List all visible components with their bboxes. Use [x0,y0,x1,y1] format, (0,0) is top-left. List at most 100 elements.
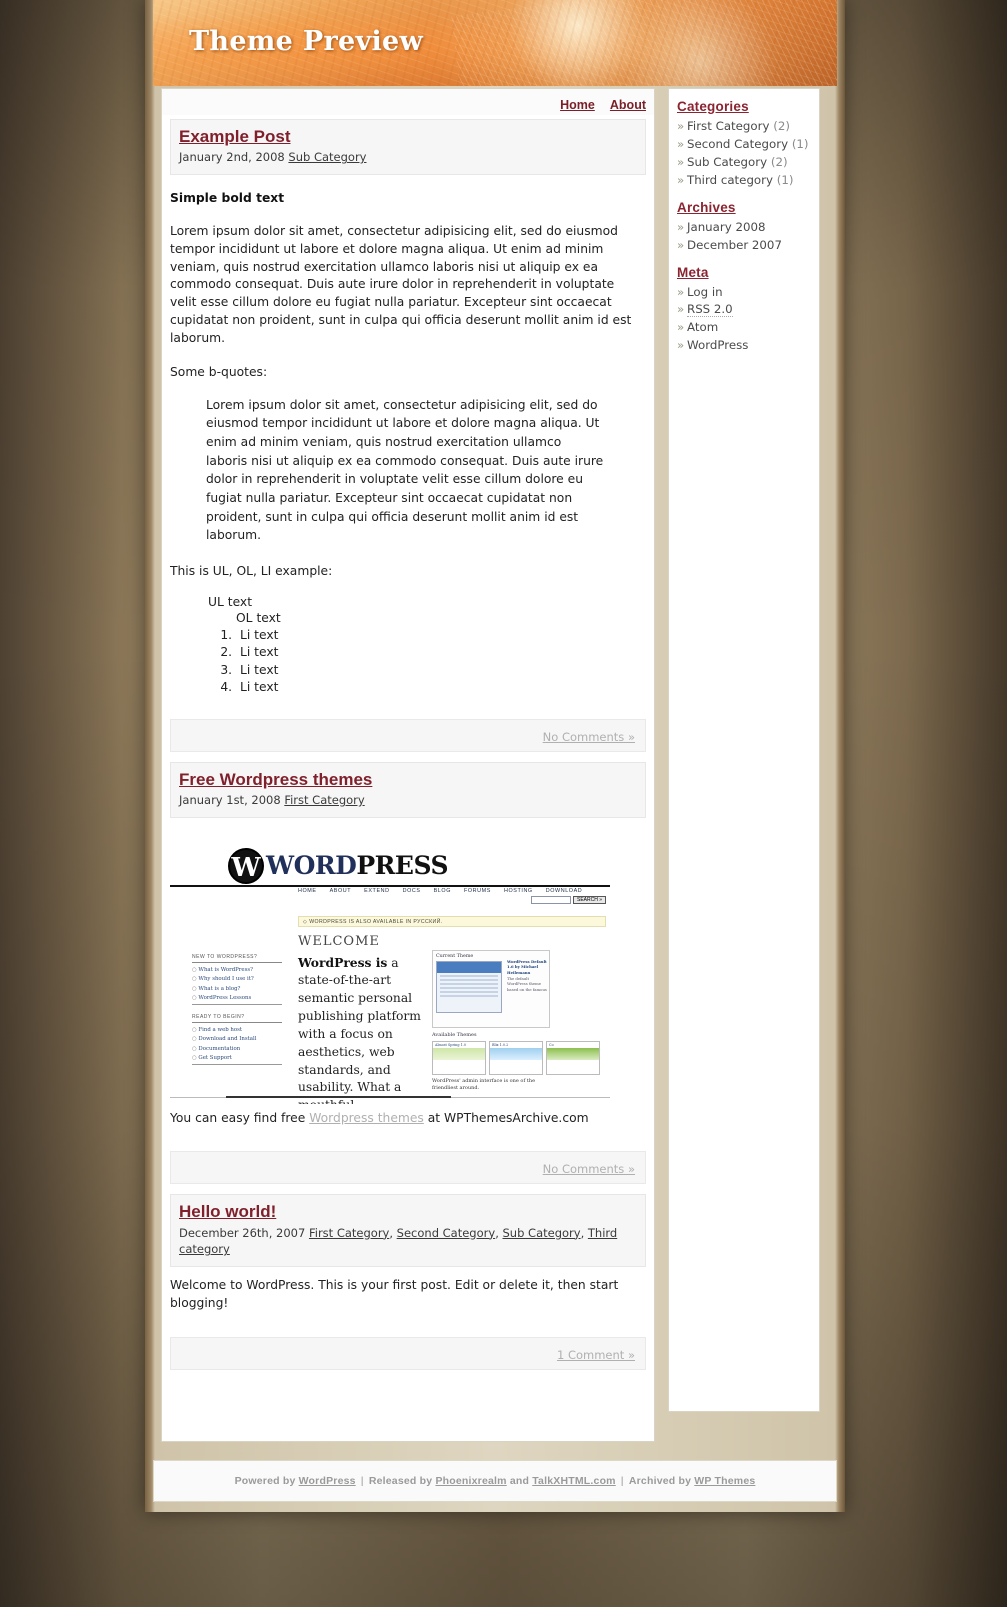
wordpress-logo: W WORDPRESS [228,847,449,884]
sidebar-link[interactable]: December 2007 [687,238,782,252]
wp-nav-item: DOCS [402,887,421,894]
sidebar-list-archives: January 2008 December 2007 [677,219,813,255]
sidebar-link[interactable]: Sub Category [687,155,767,169]
wp-nav-item: ABOUT [329,887,352,894]
post-blockquote: Lorem ipsum dolor sit amet, consectetur … [206,397,604,543]
list-example: UL text OL text Li text Li text Li text … [170,595,642,697]
sidebar-heading-categories: Categories [677,99,749,114]
post-category-link[interactable]: Sub Category [288,150,366,164]
sidebar-item-third-category[interactable]: Third category (1) [677,172,813,190]
sidebar-list-meta: Log in RSS 2.0 Atom WordPress [677,284,813,356]
sidebar-link[interactable]: Third category [687,173,773,187]
ordered-list: Li text Li text Li text Li text [218,627,642,697]
wp-panel-side-text: WordPress Default 1.6 by Michael Heilema… [507,959,547,993]
wp-thumb-line [440,986,498,989]
sidebar-item-january-2008[interactable]: January 2008 [677,219,813,237]
wp-theme-name: WordPress Default 1.6 by Michael Heilema… [507,958,547,975]
sidebar-item-december-2007[interactable]: December 2007 [677,237,813,255]
sidebar-link[interactable]: WordPress [687,338,748,352]
bold-text-line: Simple bold text [170,190,285,205]
post-3-body: Welcome to WordPress. This is your first… [170,1278,619,1310]
wordpress-w-mark-icon: W [228,847,264,884]
post-header: Hello world! December 26th, 2007 First C… [170,1194,646,1268]
footer-separator: | [360,1475,364,1487]
wp-left-link: WordPress Lessons [192,994,287,1003]
post-free-wordpress-themes: Free Wordpress themes January 1st, 2008 … [162,761,654,1185]
post-title-link[interactable]: Hello world! [179,1201,276,1222]
post-date: December 26th, 2007 [179,1225,306,1240]
sidebar-item-first-category[interactable]: First Category (2) [677,118,813,136]
body-prefix: You can easy find free [170,1110,310,1125]
comments-link[interactable]: No Comments » [543,1162,635,1176]
sidebar-item-rss[interactable]: RSS 2.0 [677,301,813,319]
sidebar-count: (2) [770,154,788,169]
wp-nav-item: EXTEND [364,887,390,894]
comments-bar: 1 Comment » [170,1336,646,1370]
wordpress-org-nav: HOME ABOUT EXTEND DOCS BLOG FORUMS HOSTI… [298,888,582,894]
nav-link-about[interactable]: About [610,98,646,112]
sidebar-link[interactable]: First Category [687,119,769,133]
sidebar-item-sub-category[interactable]: Sub Category (2) [677,154,813,172]
footer-link-wordpress[interactable]: WordPress [299,1475,356,1487]
post-category-link[interactable]: Sub Category [503,1226,581,1240]
wp-search-area: SEARCH » [530,895,606,904]
sidebar-link[interactable]: January 2008 [687,220,766,234]
wp-search-input [530,895,571,904]
sidebar-link[interactable]: Log in [687,285,723,299]
post-meta: January 2nd, 2008 Sub Category [179,149,637,166]
sidebar-link[interactable]: RSS 2.0 [687,302,733,318]
sidebar-count: (1) [791,136,809,151]
comments-link[interactable]: 1 Comment » [557,1348,635,1362]
wordmark-p: P [356,851,375,881]
footer-link-wp-themes[interactable]: WP Themes [694,1475,755,1487]
post-category-link[interactable]: First Category [309,1226,389,1240]
footer-and: and [506,1475,533,1487]
nav-link-home[interactable]: Home [560,98,595,112]
footer-link-phoenixrealm[interactable]: Phoenixrealm [435,1475,506,1487]
wp-theme-thumbnail [436,960,502,1013]
wp-thumb-line [440,974,498,977]
sidebar-item-second-category[interactable]: Second Category (1) [677,136,813,154]
sidebar-section-meta: Meta Log in RSS 2.0 Atom WordPress [669,265,819,356]
sidebar-link[interactable]: Atom [687,320,718,334]
wp-left-link: Download and Install [192,1035,287,1044]
site-title: Theme Preview [189,26,424,57]
sidebar-link[interactable]: Second Category [687,137,788,151]
comments-link[interactable]: No Comments » [543,730,635,744]
wp-left-link: Get Support [192,1054,287,1063]
post-category-link[interactable]: Second Category [397,1226,496,1240]
wp-theme-card: Co [546,1040,600,1075]
post-header: Free Wordpress themes January 1st, 2008 … [170,761,646,818]
wp-nav-item: DOWNLOAD [545,887,583,894]
wp-search-button: SEARCH » [572,895,606,904]
wp-left-divider-1 [192,1003,282,1005]
sidebar-item-log-in[interactable]: Log in [677,284,813,302]
ol-text: OL text [236,610,281,625]
wp-welcome-heading: WELCOME [298,933,380,949]
post-title-link[interactable]: Example Post [179,126,291,147]
wp-left-list-2: Find a web host Download and Install Doc… [192,1026,287,1064]
sidebar-item-atom[interactable]: Atom [677,319,813,337]
sidebar-section-categories: Categories First Category (2) Second Cat… [669,99,819,190]
wp-para1-rest: a state-of-the-art semantic personal pub… [298,955,421,1104]
wordpress-themes-link[interactable]: Wordpress themes [309,1111,424,1125]
content-wrapper: Home About Example Post January 2nd, 200… [153,86,837,1458]
wp-admin-caption: WordPress' admin interface is one of the… [432,1077,536,1092]
wp-available-themes-title: Available Themes [432,1031,477,1038]
comments-bar: No Comments » [170,1151,646,1185]
post-title-link[interactable]: Free Wordpress themes [179,769,372,790]
wp-theme-card-preview [547,1047,599,1060]
wp-thumb-line [440,978,498,981]
logo-divider [170,884,610,887]
post-category-link[interactable]: First Category [284,793,364,807]
sidebar-item-wordpress[interactable]: WordPress [677,337,813,355]
site-footer: Powered by WordPress | Released by Phoenix… [153,1460,837,1502]
wp-nav-item: HOSTING [503,887,533,894]
footer-link-talkxhtml[interactable]: TalkXHTML.com [532,1475,616,1487]
wp-left-link: What is a blog? [192,985,287,994]
wp-left-divider-2 [192,1063,282,1065]
footer-separator: | [620,1475,624,1487]
post-body: Simple bold text Lorem ipsum dolor sit a… [162,175,654,713]
blockquote-intro: Some b-quotes: [170,364,268,379]
sidebar-heading-meta: Meta [677,264,709,280]
